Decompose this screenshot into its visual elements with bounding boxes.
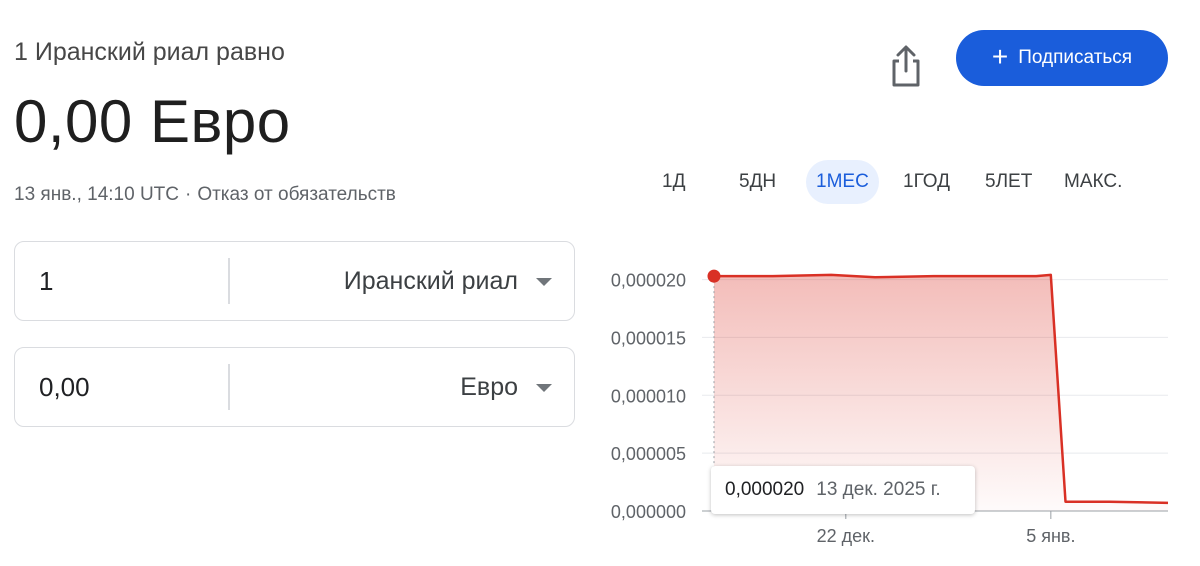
tab-5y[interactable]: 5ЛЕТ — [975, 160, 1042, 204]
tab-1m[interactable]: 1МЕС — [806, 160, 879, 204]
x-tick-label: 22 дек. — [817, 526, 875, 546]
timestamp: 13 янв., 14:10 UTC — [14, 184, 179, 205]
chart-tooltip: 0,000020 13 дек. 2025 г. — [711, 466, 975, 514]
field-divider — [228, 258, 230, 304]
to-amount-input[interactable]: 0,00 — [39, 348, 90, 426]
subscribe-label: Подписаться — [1018, 47, 1133, 68]
rate-value: 0,00 Евро — [14, 88, 291, 155]
tab-5d[interactable]: 5ДН — [729, 160, 786, 204]
y-tick-label: 0,000010 — [611, 386, 686, 406]
tab-1y[interactable]: 1ГОД — [893, 160, 960, 204]
rate-label: 1 Иранский риал равно — [14, 38, 285, 66]
subscribe-button[interactable]: + Подписаться — [956, 30, 1168, 86]
timestamp-line: 13 янв., 14:10 UTC · Отказ от обязательств — [14, 184, 396, 206]
from-currency-box: 1 Иранский риал — [14, 241, 575, 321]
hover-point — [707, 269, 721, 283]
tab-1d[interactable]: 1Д — [652, 160, 695, 204]
share-button[interactable] — [884, 40, 928, 92]
y-tick-label: 0,000005 — [611, 444, 686, 464]
to-currency-select[interactable]: Евро — [460, 348, 518, 426]
y-tick-label: 0,000015 — [611, 328, 686, 348]
field-divider — [228, 364, 230, 410]
x-tick-label: 5 янв. — [1026, 526, 1075, 546]
range-tabs: 1Д 5ДН 1МЕС 1ГОД 5ЛЕТ МАКС. — [640, 160, 1160, 204]
from-amount-input[interactable]: 1 — [39, 242, 53, 320]
chevron-down-icon[interactable] — [536, 384, 552, 392]
tooltip-value: 0,000020 — [725, 479, 805, 500]
tooltip-date: 13 дек. 2025 г. — [816, 479, 941, 500]
chevron-down-icon[interactable] — [536, 278, 552, 286]
disclaimer-link[interactable]: Отказ от обязательств — [197, 184, 396, 205]
separator-dot: · — [185, 184, 192, 205]
y-tick-label: 0,000020 — [611, 271, 686, 291]
share-icon — [892, 45, 920, 87]
tab-max[interactable]: МАКС. — [1054, 160, 1132, 204]
from-currency-select[interactable]: Иранский риал — [344, 242, 518, 320]
y-tick-label: 0,000000 — [611, 502, 686, 522]
plus-icon: + — [991, 40, 1009, 72]
to-currency-box: 0,00 Евро — [14, 347, 575, 427]
